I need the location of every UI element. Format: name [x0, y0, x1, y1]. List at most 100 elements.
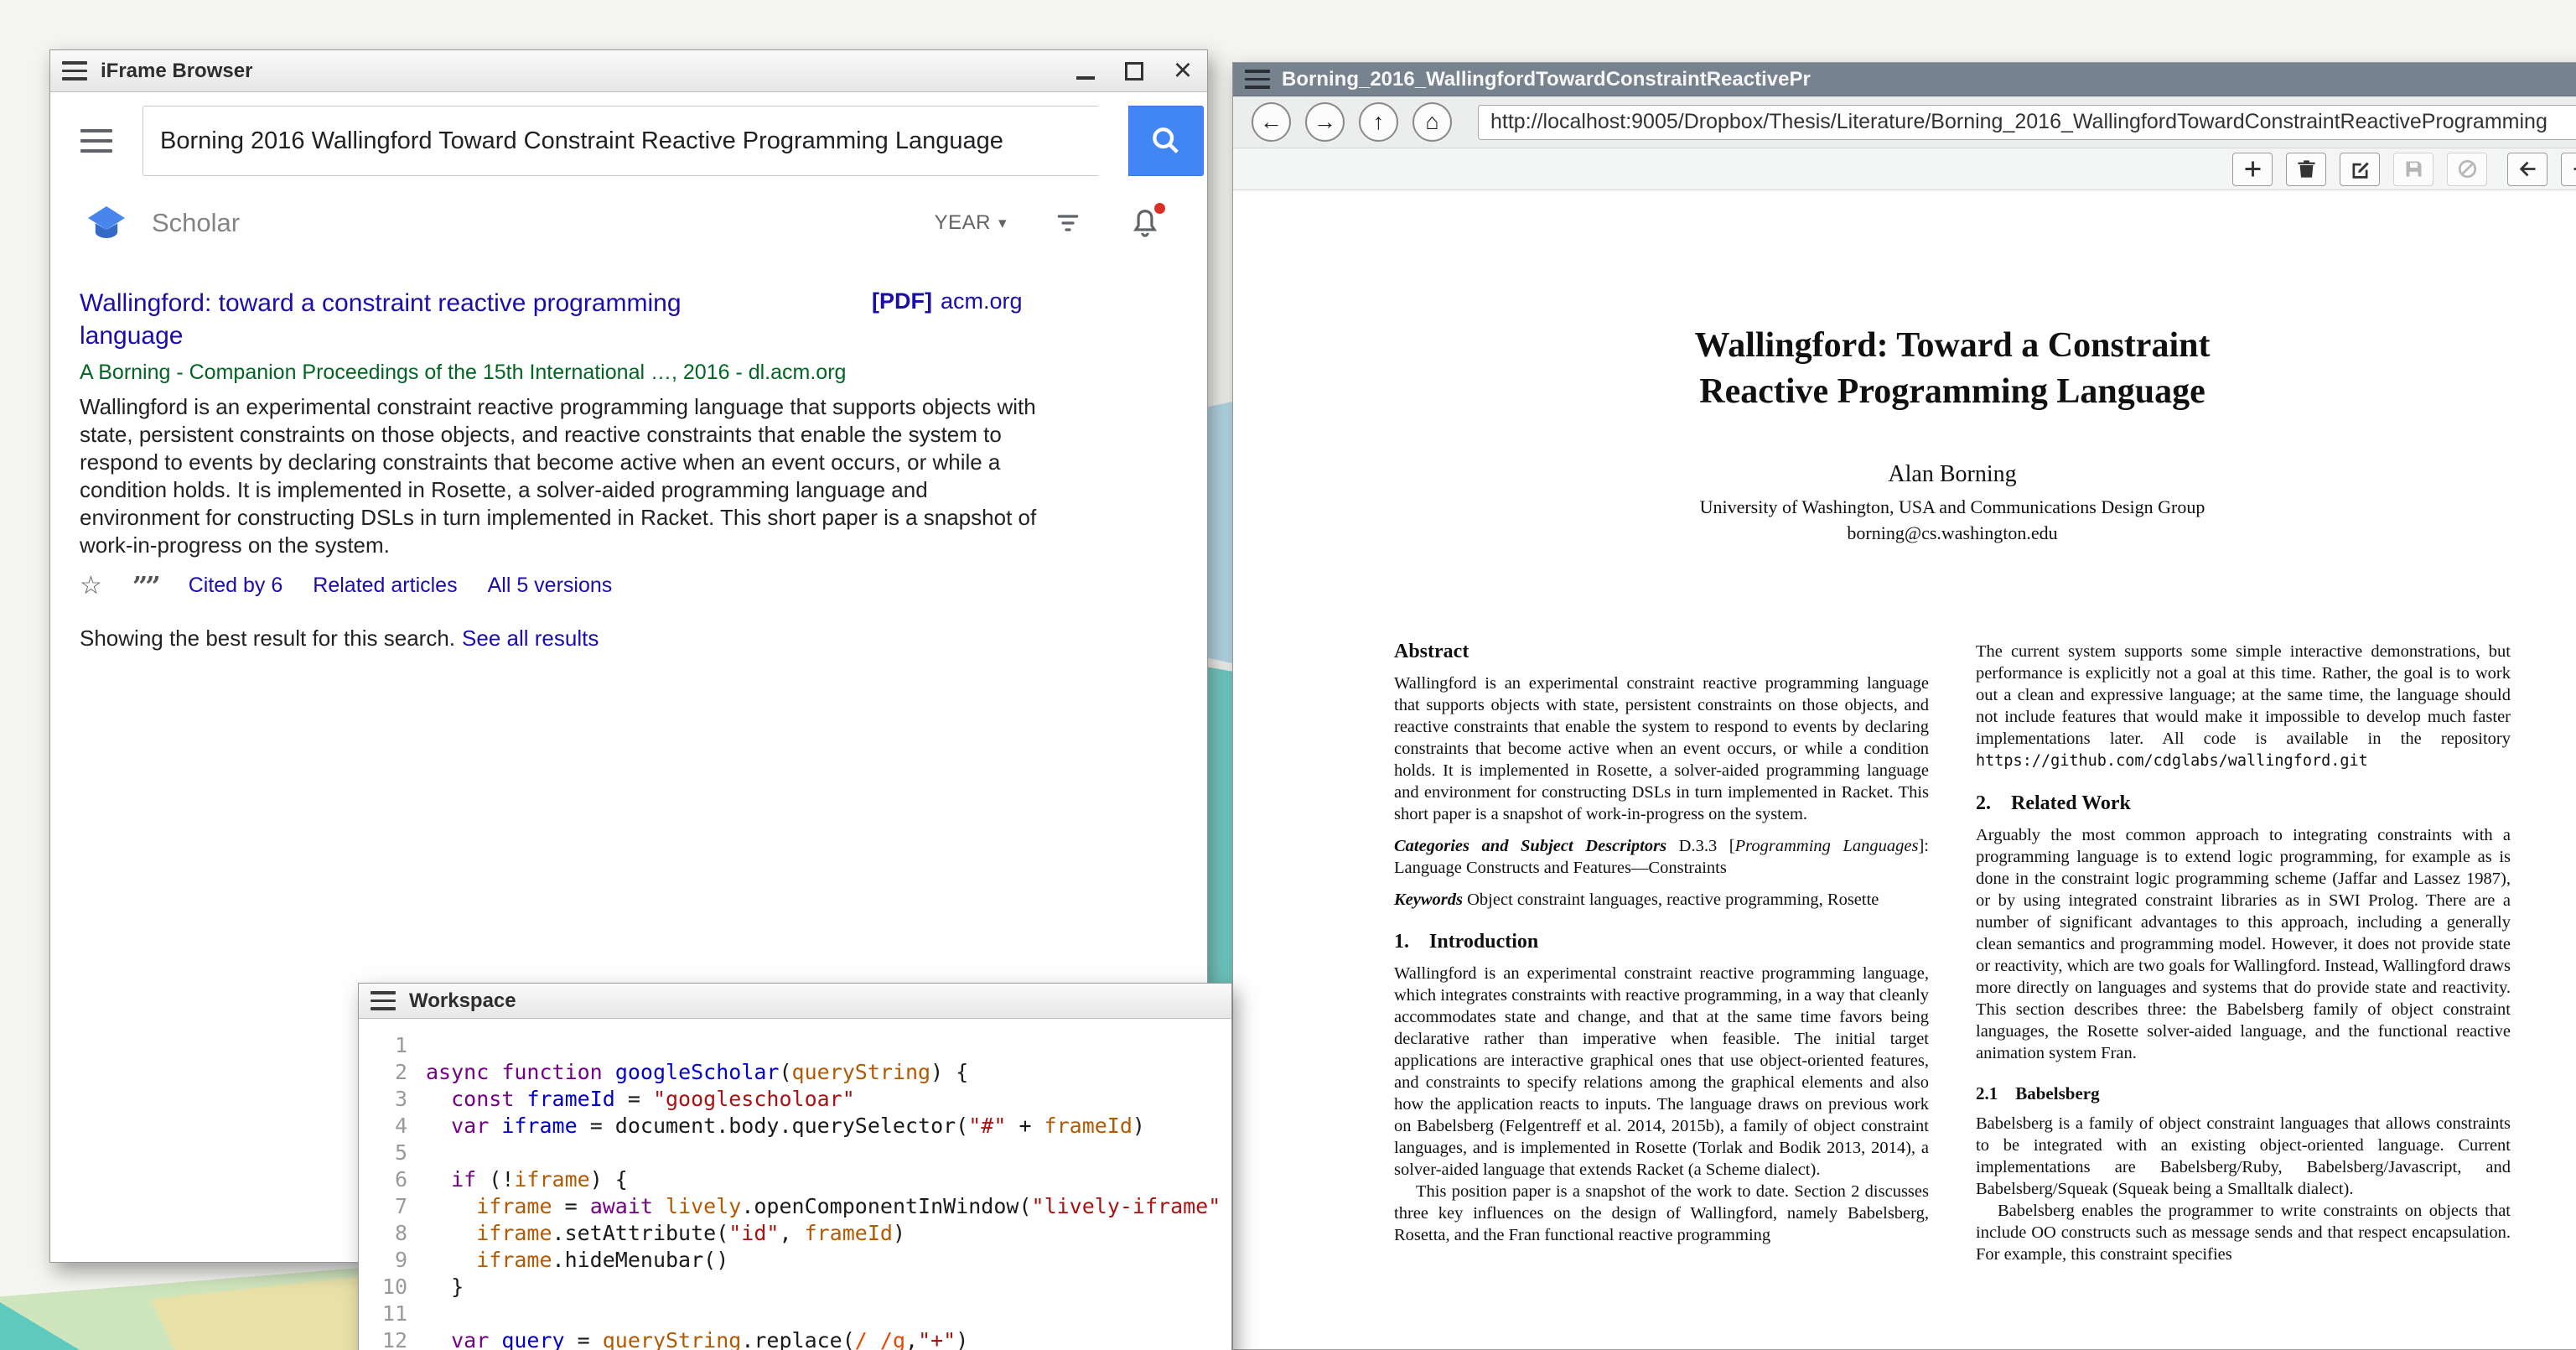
paragraph: Babelsberg enables the programmer to wri…: [1976, 1200, 2511, 1265]
browser-menu-icon[interactable]: [80, 129, 112, 153]
code-text: iframe = await lively.openComponentInWin…: [426, 1193, 1221, 1220]
code-text: iframe.setAttribute("id", frameId): [426, 1220, 905, 1247]
result-head: Wallingford: toward a constraint reactiv…: [80, 287, 1178, 352]
paper-right-column: The current system supports some simple …: [1976, 641, 2511, 1265]
window-title: Workspace: [409, 989, 516, 1013]
result-footer: Showing the best result for this search.…: [80, 626, 1178, 652]
code-line[interactable]: 5: [359, 1140, 1231, 1166]
iframe-browser-titlebar[interactable]: iFrame Browser ×: [50, 50, 1207, 92]
next-page-button[interactable]: [2561, 153, 2576, 186]
result-title-link[interactable]: Wallingford: toward a constraint reactiv…: [80, 287, 784, 352]
result-actions: ☆ ”” Cited by 6 Related articles All 5 v…: [80, 571, 1178, 600]
home-button[interactable]: ⌂: [1412, 102, 1452, 142]
url-input[interactable]: [1478, 105, 2576, 140]
arrow-left-icon: ←: [1260, 109, 1283, 135]
sort-filter-icon[interactable]: [1050, 210, 1086, 236]
code-line[interactable]: 2async function googleScholar(queryStrin…: [359, 1059, 1231, 1086]
see-all-results-link[interactable]: See all results: [462, 626, 599, 651]
up-button[interactable]: ↑: [1359, 102, 1398, 142]
workspace-titlebar[interactable]: Workspace: [359, 984, 1231, 1019]
line-number: 12: [359, 1327, 426, 1350]
code-line[interactable]: 8 iframe.setAttribute("id", frameId): [359, 1220, 1231, 1247]
paragraph: Wallingford is an experimental constrain…: [1394, 963, 1929, 1181]
save-star-icon[interactable]: ☆: [80, 571, 102, 600]
code-line[interactable]: 7 iframe = await lively.openComponentInW…: [359, 1193, 1231, 1220]
code-line[interactable]: 11: [359, 1301, 1231, 1327]
forward-button[interactable]: →: [1305, 102, 1345, 142]
chevron-down-icon: ▾: [998, 214, 1007, 233]
line-number: 1: [359, 1032, 426, 1059]
code-line[interactable]: 9 iframe.hideMenubar(): [359, 1247, 1231, 1274]
related-articles-link[interactable]: Related articles: [313, 574, 457, 598]
notification-dot: [1154, 203, 1165, 214]
arrow-left-icon: [2516, 158, 2539, 180]
pdf-tag[interactable]: [PDF]: [872, 288, 932, 314]
scholar-tools: YEAR ▾: [935, 205, 1161, 241]
scholar-logo-icon: [86, 203, 127, 243]
window-menu-icon[interactable]: [1245, 70, 1270, 89]
paper-email: borning@cs.washington.edu: [1394, 522, 2511, 544]
paper-title-line: Reactive Programming Language: [1394, 369, 2511, 415]
scholar-brand[interactable]: Scholar: [152, 208, 240, 238]
delete-button[interactable]: [2286, 153, 2326, 186]
pdf-nav-bar: ← → ↑ ⌂: [1233, 96, 2576, 148]
edit-button[interactable]: [2340, 153, 2380, 186]
section-heading: 1. Introduction: [1394, 931, 1929, 953]
paper-affiliation: University of Washington, USA and Commun…: [1394, 496, 2511, 518]
paper-title: Wallingford: Toward a Constraint Reactiv…: [1394, 323, 2511, 415]
minimize-button[interactable]: [1073, 59, 1098, 84]
result-byline: A Borning - Companion Proceedings of the…: [80, 361, 1178, 385]
search-icon: [1149, 124, 1183, 158]
paragraph: This position paper is a snapshot of the…: [1394, 1181, 1929, 1246]
cancel-button[interactable]: [2447, 153, 2487, 186]
result-snippet: Wallingford is an experimental constrain…: [80, 393, 1044, 559]
paper-author: Alan Borning: [1394, 461, 2511, 488]
section-heading: Abstract: [1394, 641, 1929, 662]
all-versions-link[interactable]: All 5 versions: [488, 574, 613, 598]
cite-icon[interactable]: ””: [132, 576, 158, 596]
paragraph: The current system supports some simple …: [1976, 641, 2511, 772]
pdf-source-link[interactable]: acm.org: [941, 288, 1023, 314]
window-menu-icon[interactable]: [62, 61, 87, 80]
code-line[interactable]: 12 var query = queryString.replace(/ /g,…: [359, 1327, 1231, 1350]
line-number: 7: [359, 1193, 426, 1220]
code-text: var iframe = document.body.querySelector…: [426, 1113, 1145, 1140]
year-filter-dropdown[interactable]: YEAR ▾: [935, 211, 1007, 235]
search-bar: [80, 106, 1179, 176]
pdf-page[interactable]: Wallingford: Toward a Constraint Reactiv…: [1233, 190, 2576, 1349]
search-input[interactable]: [143, 106, 1098, 176]
previous-page-button[interactable]: [2507, 153, 2547, 186]
code-text: }: [426, 1274, 464, 1301]
save-icon: [2402, 158, 2425, 180]
close-button[interactable]: ×: [1170, 59, 1195, 84]
alerts-bell-icon[interactable]: [1129, 205, 1161, 241]
footer-text: Showing the best result for this search.: [80, 626, 455, 651]
paragraph: Arguably the most common approach to int…: [1976, 824, 2511, 1064]
add-button[interactable]: [2232, 153, 2273, 186]
window-title: Borning_2016_WallingfordTowardConstraint…: [1282, 68, 1811, 91]
code-line[interactable]: 4 var iframe = document.body.querySelect…: [359, 1113, 1231, 1140]
code-line[interactable]: 1: [359, 1032, 1231, 1059]
line-number: 11: [359, 1301, 426, 1327]
code-line[interactable]: 3 const frameId = "googlescholoar": [359, 1086, 1231, 1113]
workspace-code[interactable]: 12async function googleScholar(queryStri…: [359, 1019, 1231, 1350]
line-number: 3: [359, 1086, 426, 1113]
code-line[interactable]: 10 }: [359, 1274, 1231, 1301]
window-menu-icon[interactable]: [371, 991, 396, 1010]
line-number: 4: [359, 1113, 426, 1140]
pdf-viewer-titlebar[interactable]: Borning_2016_WallingfordTowardConstraint…: [1233, 63, 2576, 96]
home-icon: ⌂: [1425, 109, 1438, 135]
maximize-button[interactable]: [1122, 59, 1147, 84]
pdf-toolbar: [1233, 148, 2576, 190]
paragraph: Babelsberg is a family of object constra…: [1976, 1113, 2511, 1200]
arrow-right-icon: →: [1314, 109, 1336, 135]
search-button[interactable]: [1128, 106, 1204, 176]
paper-columns: Abstract Wallingford is an experimental c…: [1394, 641, 2511, 1265]
code-text: if (!iframe) {: [426, 1166, 628, 1193]
cited-by-link[interactable]: Cited by 6: [189, 574, 283, 598]
back-button[interactable]: ←: [1252, 102, 1291, 142]
maximize-icon: [1125, 62, 1143, 80]
code-line[interactable]: 6 if (!iframe) {: [359, 1166, 1231, 1193]
save-button[interactable]: [2393, 153, 2433, 186]
workspace-window: Workspace 12async function googleScholar…: [358, 983, 1232, 1350]
